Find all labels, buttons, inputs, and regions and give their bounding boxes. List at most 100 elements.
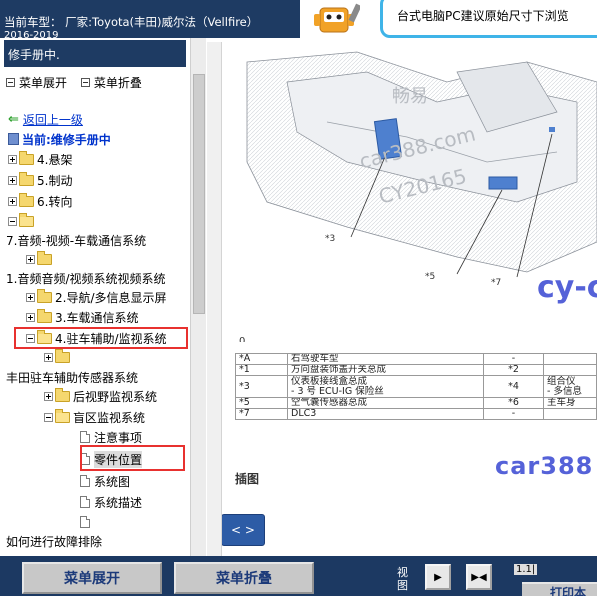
table-cell: 组合仪 - 多信息 [543, 375, 597, 398]
table-cell [543, 353, 597, 365]
tree-item-suspension[interactable]: 4.悬架 [8, 150, 72, 168]
table-row: *5 空气囊传感器总成 *6 主车身 [235, 397, 597, 409]
tree-item-subfolder-2[interactable] [44, 348, 73, 366]
tree-item-audio-video-comm[interactable]: 7.音频-视频-车载通信系统 [6, 231, 146, 249]
expand-toggle-icon [8, 196, 17, 206]
expand-toggle-icon [8, 154, 17, 164]
tree-item-subfolder[interactable] [26, 250, 55, 268]
sidebar: 修手册中. 菜单展开 菜单折叠 ⇐ 返回上一级 当前:维修手册中 4.悬架 5.… [0, 38, 206, 556]
table-cell: *3 [235, 375, 288, 398]
callout-7: *7 [491, 278, 501, 288]
page-icon [80, 516, 90, 528]
expand-square-icon [6, 78, 15, 87]
dashboard-illustration: 畅易 car388.com CY20165 cy-c *3 *5 *7 0 [239, 51, 597, 342]
watermark-brand: cy-c [537, 270, 597, 305]
table-cell [543, 364, 597, 376]
table-cell: 主车身 [543, 397, 597, 409]
folder-icon [19, 192, 34, 207]
tree-item-label: 系统描述 [94, 495, 143, 510]
expand-toggle-icon [26, 254, 35, 264]
content-pane: 畅易 car388.com CY20165 cy-c *3 *5 *7 0 *A… [207, 42, 597, 556]
highlight-parts-location [80, 445, 185, 471]
page-icon [80, 496, 90, 508]
content-scrollbar[interactable] [207, 42, 222, 556]
table-cell: DLC3 [287, 408, 484, 420]
current-location-label: 当前:维修手册中 [22, 132, 111, 147]
tree-item-navigation[interactable]: 2.导航/多信息显示屏 [26, 288, 167, 306]
illustration-caption: 插图 [235, 472, 260, 486]
expand-toggle-icon [8, 175, 17, 185]
expand-toggle-icon [44, 352, 53, 362]
sidebar-scrollbar[interactable] [190, 38, 206, 556]
table-cell: 右驾驶车型 [287, 353, 484, 365]
collapse-square-icon [80, 78, 90, 87]
tree-item-empty-page[interactable] [80, 513, 94, 531]
tree-item-brakes[interactable]: 5.制动 [8, 171, 72, 189]
highlight-parking-assist [14, 327, 188, 349]
robot-mascot-icon [314, 3, 360, 33]
print-button[interactable]: 打印本 [522, 582, 597, 596]
sidebar-collapse-button[interactable]: 菜单折叠 [80, 74, 142, 91]
table-cell: 仪表板接线盒总成 - 3 号 ECU-IG 保险丝 [287, 375, 484, 398]
callout-3: *3 [325, 234, 335, 244]
folder-icon [19, 150, 34, 165]
page-nav-button[interactable]: < > [221, 514, 265, 546]
tree-item-label: 6.转向 [37, 194, 73, 209]
callout-5: *5 [425, 272, 435, 282]
tree-item-label: 注意事项 [94, 430, 143, 445]
fit-width-button[interactable]: ▶◀ [466, 564, 492, 590]
table-cell: 方向盘装饰盖开关总成 [287, 364, 484, 376]
tree-item-rear-view-monitor[interactable]: 后视野监视系统 [44, 387, 157, 405]
zero-label: 0 [239, 336, 245, 342]
tree-item-label: 如何进行故障排除 [6, 534, 103, 549]
ad-speech-bubble: 台式电脑PC建议原始尺寸下浏览 [380, 0, 597, 38]
bottom-watermark: car388 [495, 452, 594, 480]
back-link-label: 返回上一级 [22, 112, 83, 127]
sidebar-expand-label: 菜单展开 [19, 76, 68, 90]
sidebar-scrollbar-thumb[interactable] [193, 74, 205, 314]
zoom-level: 1.1| [514, 564, 538, 575]
tree-item-steering[interactable]: 6.转向 [8, 192, 72, 210]
table-cell: - [483, 353, 544, 365]
folder-icon [37, 308, 52, 323]
menu-expand-button[interactable]: 菜单展开 [22, 562, 162, 594]
table-cell: *1 [235, 364, 288, 376]
tree-item-telematics[interactable]: 3.车载通信系统 [26, 308, 138, 326]
tree-item-precautions[interactable]: 注意事项 [80, 428, 142, 446]
app-window: 当前车型： 厂家:Toyota(丰田)威尔法（Vellfire） 2016-20… [0, 0, 597, 596]
sidebar-toolbar: 菜单展开 菜单折叠 [6, 74, 152, 91]
table-row: *3 仪表板接线盒总成 - 3 号 ECU-IG 保险丝 *4 组合仪 - 多信… [235, 375, 597, 398]
sidebar-expand-button[interactable]: 菜单展开 [6, 74, 67, 91]
tree-item-toyota-parking-sensor[interactable]: 丰田驻车辅助传感器系统 [6, 368, 138, 386]
tree-item-audio-video-system[interactable]: 1.音频音频/视频系统视频系统 [6, 269, 166, 287]
folder-icon [37, 250, 52, 265]
back-link[interactable]: ⇐ 返回上一级 [8, 110, 83, 128]
watermark-cn: 畅易 [392, 86, 428, 107]
table-cell [543, 408, 597, 420]
ad-banner: 台式电脑PC建议原始尺寸下浏览 [300, 0, 597, 42]
folder-icon [55, 387, 70, 402]
table-cell: *5 [235, 397, 288, 409]
collapse-toggle-icon [8, 216, 17, 226]
tree-item-blind-spot-monitor[interactable]: 盲区监视系统 [44, 408, 145, 426]
expand-toggle-icon [44, 391, 53, 401]
table-cell: *7 [235, 408, 288, 420]
fit-page-button[interactable]: ▶ [425, 564, 451, 590]
collapse-toggle-icon [44, 412, 53, 422]
open-folder-icon [55, 408, 70, 423]
tree-item-system-description[interactable]: 系统描述 [80, 493, 142, 511]
tree-item-folder-open[interactable] [8, 212, 37, 230]
tree-item-label: 3.车载通信系统 [55, 310, 139, 325]
ad-text: 台式电脑PC建议原始尺寸下浏览 [397, 9, 569, 23]
expand-toggle-icon [26, 312, 35, 322]
tree-item-label: 4.悬架 [37, 152, 73, 167]
folder-icon [55, 348, 70, 363]
current-location: 当前:维修手册中 [8, 130, 111, 148]
vehicle-model-label: 当前车型： 厂家:Toyota(丰田)威尔法（Vellfire） [4, 15, 259, 29]
book-icon [8, 133, 19, 145]
view-label: 视图 [397, 566, 408, 592]
menu-collapse-button[interactable]: 菜单折叠 [174, 562, 314, 594]
tree-item-system-diagram[interactable]: 系统图 [80, 472, 130, 490]
folder-icon [19, 171, 34, 186]
tree-item-troubleshooting[interactable]: 如何进行故障排除 [6, 532, 102, 550]
